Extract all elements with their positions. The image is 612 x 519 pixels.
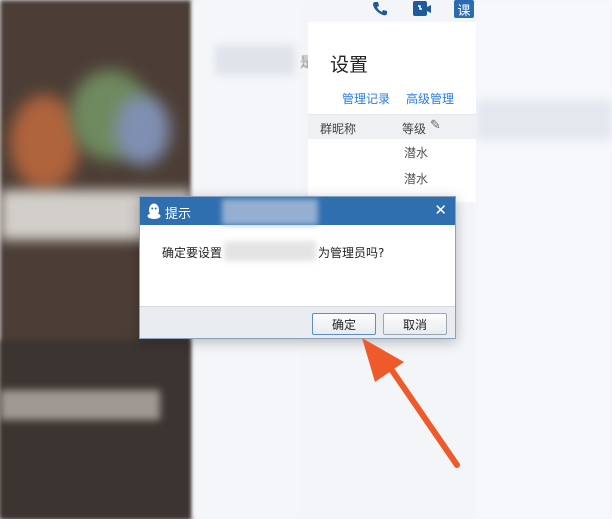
qq-penguin-icon (147, 203, 161, 219)
arrow-head (362, 338, 404, 382)
edit-icon[interactable]: ✎ (430, 118, 441, 133)
background-avatar-blob (115, 95, 170, 165)
admin-records-link[interactable]: 管理记录 (342, 90, 390, 107)
confirm-button[interactable]: 确定 (312, 313, 376, 335)
background-right-area (476, 0, 612, 519)
settings-title: 设置 (330, 54, 369, 76)
settings-panel: 设置 管理记录 高级管理 群昵称 等级 ✎ 潜水 潜水 (308, 22, 476, 202)
member-table-header: 群昵称 等级 ✎ (308, 115, 476, 139)
dialog-footer: 确定 取消 (140, 306, 455, 338)
phone-icon[interactable] (370, 0, 390, 18)
dialog-message-suffix: 为管理员吗? (318, 246, 385, 260)
course-icon[interactable]: 课 (454, 0, 474, 19)
member-level-cell: 潜水 (404, 172, 429, 186)
dialog-titlebar[interactable]: 提示 ✕ (140, 197, 455, 225)
advanced-management-link[interactable]: 高级管理 (406, 90, 454, 107)
dialog-message-prefix: 确定要设置 (162, 246, 223, 260)
background-left-lower (0, 340, 192, 519)
cancel-button[interactable]: 取消 (383, 313, 447, 335)
blurred-region (222, 199, 318, 225)
dialog-title: 提示 (165, 207, 192, 222)
blurred-username (224, 241, 316, 261)
close-button[interactable]: ✕ (434, 202, 447, 218)
column-nickname[interactable]: 群昵称 (320, 120, 356, 137)
settings-links: 管理记录 高级管理 (342, 90, 454, 107)
video-call-icon[interactable] (412, 0, 432, 18)
background-blurred-text (0, 390, 160, 420)
background-right-strip (476, 100, 612, 140)
column-level[interactable]: 等级 (402, 120, 426, 137)
background-strip (215, 45, 295, 75)
member-level-cell: 潜水 (404, 146, 429, 160)
top-toolbar: 课 (370, 0, 474, 19)
arrow-shaft (386, 363, 460, 468)
confirm-dialog: 提示 ✕ 确定要设置 为管理员吗? 确定 取消 (139, 196, 456, 339)
course-icon-label: 课 (457, 3, 471, 19)
